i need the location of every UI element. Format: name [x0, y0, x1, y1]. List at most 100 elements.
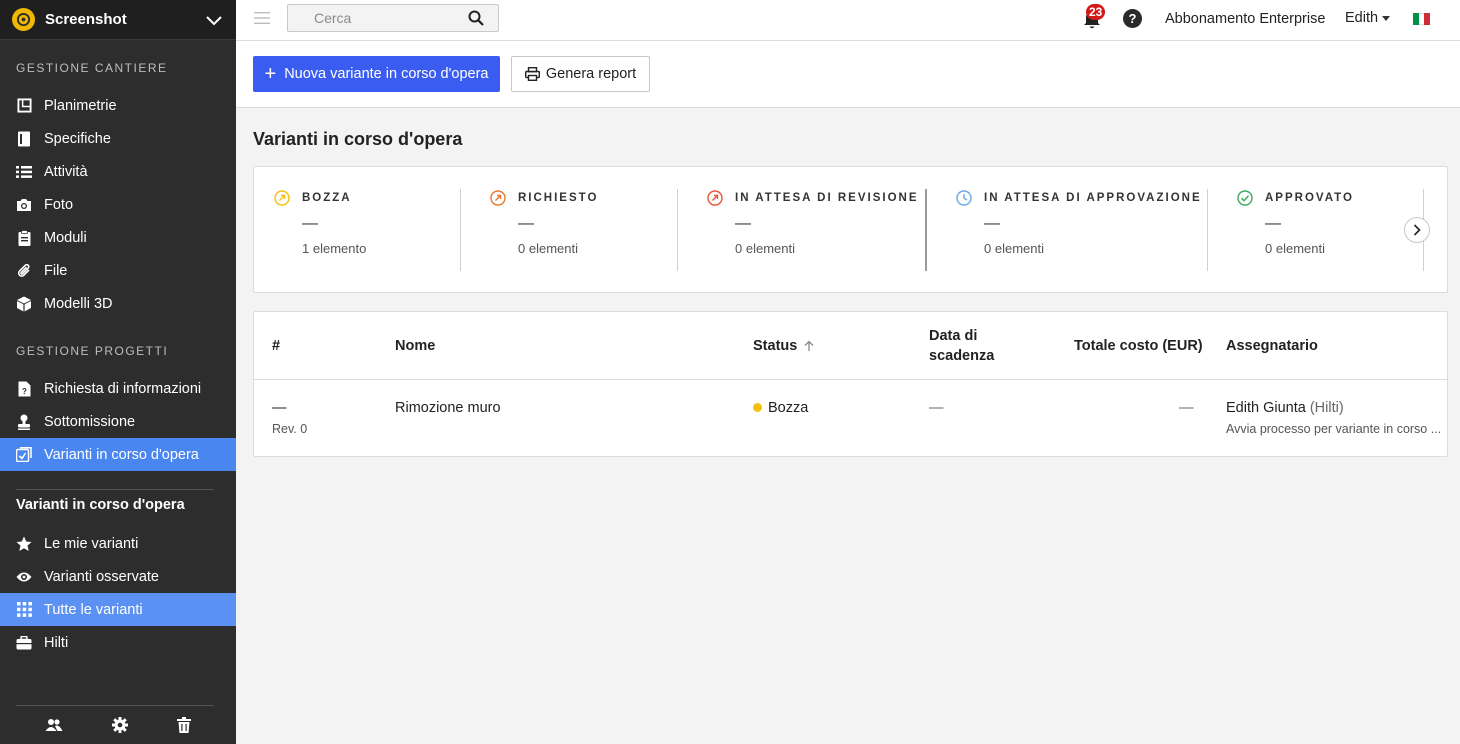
sidebar-item-label: Foto	[44, 196, 74, 213]
sidebar-item-specifiche[interactable]: Specifiche	[0, 122, 236, 155]
section-title-gestione-progetti: GESTIONE PROGETTI	[16, 344, 169, 358]
row-name[interactable]: Rimozione muro	[395, 400, 501, 416]
floorplan-icon	[16, 98, 32, 114]
sidebar-item-label: Modelli 3D	[44, 295, 113, 312]
subnav-item-label: Le mie varianti	[44, 535, 139, 552]
status-card-approvato[interactable]: APPROVATO — 0 elementi	[1237, 189, 1354, 271]
subnav-item-le-mie-varianti[interactable]: Le mie varianti	[0, 527, 236, 560]
briefcase-icon	[16, 635, 32, 651]
status-count: 1 elemento	[302, 241, 367, 256]
clipboard-icon	[16, 229, 32, 246]
subnav-item-varianti-osservate[interactable]: Varianti osservate	[0, 560, 236, 593]
chevron-down-icon[interactable]	[204, 10, 224, 30]
status-value: —	[518, 215, 534, 232]
page-title: Varianti in corso d'opera	[253, 129, 463, 149]
sidebar-item-label: Varianti in corso d'opera	[44, 446, 199, 463]
sidebar-footer	[0, 706, 236, 744]
status-label: IN ATTESA DI APPROVAZIONE	[984, 192, 1202, 204]
column-header-due-date[interactable]: Data di scadenza	[929, 312, 994, 380]
review-status-icon	[707, 190, 723, 206]
status-label: IN ATTESA DI REVISIONE	[735, 192, 919, 204]
change-order-icon	[16, 447, 32, 463]
check-circle-icon	[1237, 190, 1253, 206]
column-header-number[interactable]: #	[272, 312, 280, 380]
sidebar-item-sottomissione[interactable]: Sottomissione	[0, 405, 236, 438]
chevron-right-icon	[1413, 224, 1421, 236]
status-card-bozza[interactable]: BOZZA — 1 elemento	[274, 189, 366, 271]
section-title-gestione-cantiere: GESTIONE CANTIERE	[16, 61, 168, 75]
row-assignee-org: (Hilti)	[1309, 400, 1344, 416]
project-switcher[interactable]: Screenshot	[0, 0, 236, 40]
printer-icon	[524, 67, 540, 81]
status-card-in-attesa-di-revisione[interactable]: IN ATTESA DI REVISIONE — 0 elementi	[707, 189, 919, 271]
eye-icon	[16, 569, 32, 585]
grid-icon	[16, 602, 32, 618]
draft-status-dot-icon	[753, 402, 762, 412]
top-bar: 23 ? Abbonamento Enterprise Edith	[236, 0, 1460, 41]
status-value: —	[1265, 215, 1281, 232]
new-variant-label: Nuova variante in corso d'opera	[284, 66, 489, 82]
paperclip-icon	[16, 263, 32, 279]
trash-icon[interactable]	[177, 717, 192, 733]
sidebar-item-foto[interactable]: Foto	[0, 188, 236, 221]
user-menu[interactable]: Edith	[1345, 10, 1378, 26]
subscription-link[interactable]: Abbonamento Enterprise	[1165, 11, 1325, 27]
row-assignee-name: Edith Giunta	[1226, 400, 1306, 416]
column-header-status[interactable]: Status	[753, 312, 814, 380]
sort-arrow-up-icon[interactable]	[804, 340, 814, 352]
app-title: Screenshot	[45, 11, 127, 28]
column-header-assignee[interactable]: Assegnatario	[1226, 312, 1318, 380]
search-icon[interactable]	[468, 10, 484, 26]
status-value: —	[302, 215, 318, 232]
sidebar-item-moduli[interactable]: Moduli	[0, 221, 236, 254]
new-variant-button[interactable]: + Nuova variante in corso d'opera	[253, 56, 500, 92]
sidebar-divider	[16, 489, 214, 490]
sidebar-item-label: Richiesta di informazioni	[44, 380, 202, 397]
subnav-item-label: Varianti osservate	[44, 568, 159, 585]
status-next-button[interactable]	[1404, 217, 1430, 243]
book-icon	[16, 131, 32, 147]
subnav-item-tutte-le-varianti[interactable]: Tutte le varianti	[0, 593, 236, 626]
caret-down-icon[interactable]	[1382, 16, 1390, 21]
sidebar-item-planimetrie[interactable]: Planimetrie	[0, 89, 236, 122]
column-header-due-line2: scadenza	[929, 348, 995, 364]
sidebar-item-varianti[interactable]: Varianti in corso d'opera	[0, 438, 236, 471]
sidebar-item-richiesta-informazioni[interactable]: ? Richiesta di informazioni	[0, 372, 236, 405]
requested-status-icon	[490, 190, 506, 206]
sidebar-item-label: Sottomissione	[44, 413, 136, 430]
sidebar-item-label: Attività	[44, 163, 88, 180]
row-assignee: Edith Giunta (Hilti)	[1226, 400, 1344, 416]
subnav-item-hilti[interactable]: Hilti	[0, 626, 236, 659]
row-status-label: Bozza	[768, 400, 809, 416]
sidebar-item-attivita[interactable]: Attività	[0, 155, 236, 188]
cube-icon	[16, 296, 32, 312]
gear-icon[interactable]	[111, 717, 128, 733]
search-box[interactable]	[287, 4, 499, 32]
status-label: BOZZA	[302, 192, 352, 204]
generate-report-button[interactable]: Genera report	[511, 56, 650, 92]
variants-table: # Nome Status Data di scadenza Totale co…	[253, 311, 1448, 457]
search-input[interactable]	[288, 5, 458, 31]
status-count: 0 elementi	[1265, 241, 1325, 256]
column-header-due-line1: Data di	[929, 328, 978, 344]
help-icon[interactable]: ?	[1123, 9, 1142, 28]
status-count: 0 elementi	[984, 241, 1044, 256]
clock-icon	[956, 190, 972, 206]
row-status: Bozza	[753, 400, 808, 416]
table-header-divider	[254, 379, 1447, 380]
status-card-in-attesa-di-approvazione[interactable]: IN ATTESA DI APPROVAZIONE — 0 elementi	[956, 189, 1202, 271]
subnav-item-label: Hilti	[44, 634, 69, 651]
status-label: RICHIESTO	[518, 192, 599, 204]
sidebar-item-file[interactable]: File	[0, 254, 236, 287]
column-header-total-cost[interactable]: Totale costo (EUR)	[1074, 312, 1203, 380]
status-divider	[460, 189, 461, 271]
column-header-name[interactable]: Nome	[395, 312, 435, 380]
hamburger-menu-icon[interactable]	[254, 11, 270, 25]
status-count: 0 elementi	[518, 241, 578, 256]
users-icon[interactable]	[45, 718, 63, 732]
row-revision: Rev. 0	[272, 422, 308, 436]
status-card-richiesto[interactable]: RICHIESTO — 0 elementi	[490, 189, 598, 271]
notification-badge: 23	[1086, 4, 1106, 20]
sidebar-item-modelli-3d[interactable]: Modelli 3D	[0, 287, 236, 320]
flag-italy-icon[interactable]	[1413, 13, 1431, 25]
